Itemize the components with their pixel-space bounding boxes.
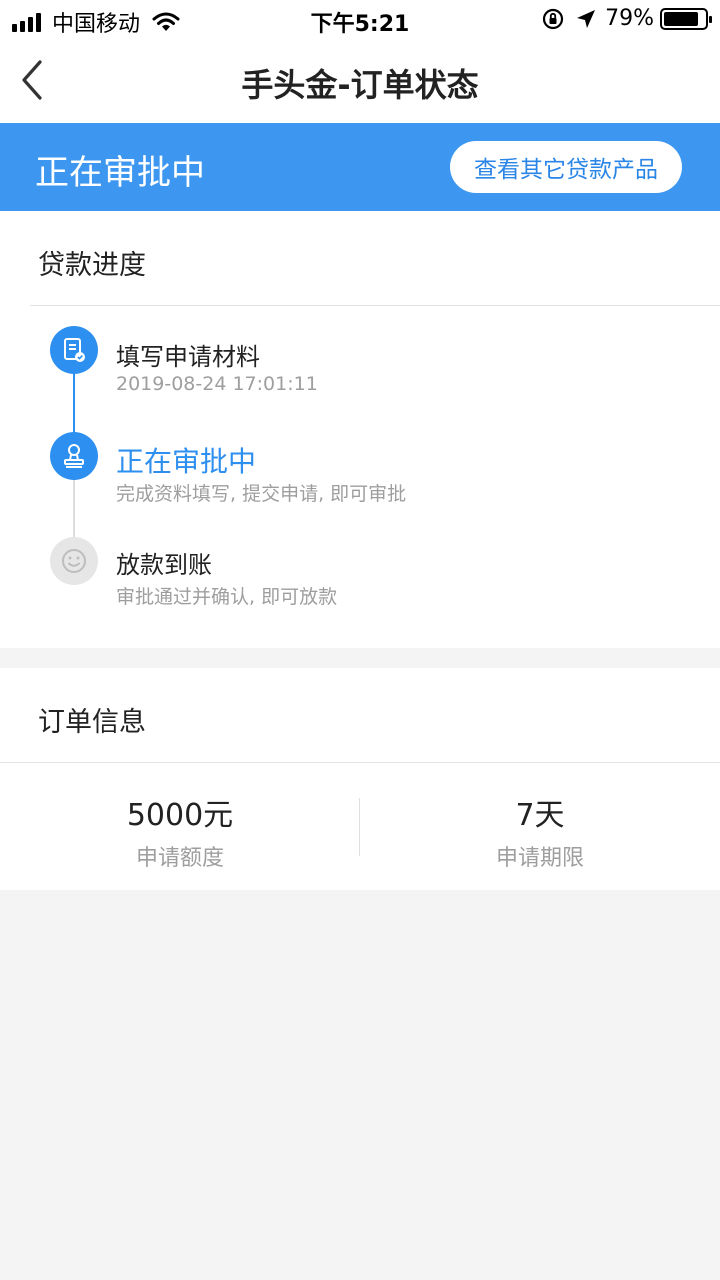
battery-icon	[660, 7, 712, 30]
location-arrow-icon	[577, 9, 596, 28]
step-connector	[73, 479, 75, 539]
banner-status-text: 正在审批中	[35, 153, 205, 193]
amount-cell: 5000元 申请额度	[0, 790, 360, 872]
step-title: 放款到账	[116, 551, 212, 579]
step-subtitle: 审批通过并确认, 即可放款	[116, 586, 338, 608]
smiley-icon	[50, 537, 98, 585]
rotation-lock-icon	[542, 8, 564, 29]
stamp-icon	[50, 432, 98, 480]
nav-bar: 手头金-订单状态	[0, 40, 720, 123]
view-other-loans-button[interactable]: 查看其它贷款产品	[450, 141, 682, 193]
step-title: 正在审批中	[116, 445, 257, 478]
step-subtitle: 2019-08-24 17:01:11	[116, 373, 318, 395]
divider	[0, 762, 720, 763]
term-label: 申请期限	[495, 846, 584, 871]
status-bar: 中国移动 下午5:21 79%	[0, 0, 720, 40]
status-banner: 正在审批中 查看其它贷款产品	[0, 123, 720, 211]
step-subtitle: 完成资料填写, 提交申请, 即可审批	[116, 483, 407, 505]
amount-value: 5000元	[126, 798, 234, 833]
amount-label: 申请额度	[135, 846, 224, 871]
loan-progress-card: 贷款进度 填写申请材料 2019-08-24 17:01:11 正在审批中 完成…	[0, 211, 720, 648]
step-connector	[73, 374, 75, 434]
divider	[30, 305, 720, 306]
order-info-card: 订单信息 5000元 申请额度 7天 申请期限	[0, 668, 720, 890]
term-value: 7天	[515, 798, 565, 833]
battery-percent: 79%	[605, 6, 654, 31]
order-section-title: 订单信息	[38, 707, 146, 738]
progress-section-title: 贷款进度	[38, 250, 146, 281]
document-check-icon	[50, 326, 98, 374]
step-title: 填写申请材料	[116, 343, 260, 371]
term-cell: 7天 申请期限	[360, 790, 720, 872]
page-title: 手头金-订单状态	[241, 66, 479, 104]
